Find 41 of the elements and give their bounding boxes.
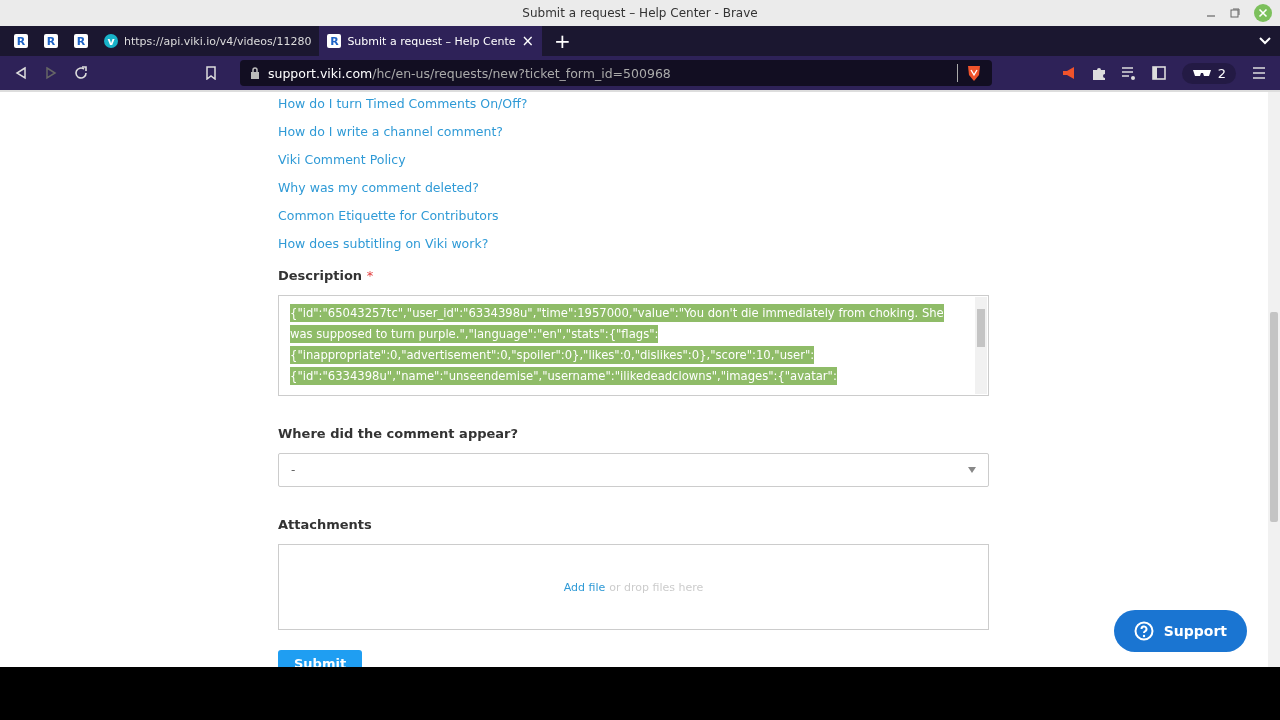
megaphone-icon[interactable] (1060, 65, 1077, 81)
browser-tab[interactable]: R Submit a request – Help Cente × (319, 26, 543, 56)
article-link[interactable]: Viki Comment Policy (278, 150, 989, 178)
add-file-link[interactable]: Add file (563, 580, 606, 594)
field-label: Description * (278, 268, 375, 283)
forward-icon[interactable] (44, 66, 58, 80)
reload-icon[interactable] (73, 65, 89, 81)
article-link[interactable]: Common Etiquette for Contributors (278, 206, 989, 234)
help-icon (1133, 621, 1154, 641)
scrollbar[interactable] (975, 297, 987, 394)
private-window-badge[interactable]: 2 (1181, 62, 1236, 84)
window-title: Submit a request – Help Center - Brave (522, 6, 758, 20)
pinned-tab[interactable]: R (6, 26, 36, 56)
playlist-icon[interactable] (1120, 65, 1137, 81)
favicon: R (327, 34, 342, 48)
puzzle-icon[interactable] (1090, 65, 1107, 81)
maximize-icon[interactable] (1230, 8, 1240, 18)
support-button[interactable]: Support (1113, 610, 1247, 652)
tab-close-icon[interactable]: × (521, 32, 535, 50)
lock-icon (250, 67, 260, 79)
article-link[interactable]: Why was my comment deleted? (278, 178, 989, 206)
article-link[interactable]: How does subtitling on Viki work? (278, 234, 989, 262)
lion-shield-icon[interactable] (966, 64, 982, 82)
bookmark-icon[interactable] (205, 66, 217, 80)
article-link[interactable]: How do I turn Timed Comments On/Off? (278, 94, 989, 122)
browser-tab[interactable]: v https://api.viki.io/v4/videos/11280 (96, 26, 320, 56)
field-label: Attachments (278, 517, 373, 532)
caret-icon (968, 467, 976, 473)
menu-icon[interactable] (1252, 67, 1266, 79)
pinned-tab[interactable]: R (36, 26, 66, 56)
address-bar[interactable]: support.viki.com/hc/en-us/requests/new?ticket_form_id=500968 (240, 60, 992, 86)
new-tab-button[interactable]: + (542, 26, 583, 56)
sidebar-icon[interactable] (1150, 65, 1167, 81)
field-label: Where did the comment appear? (278, 426, 520, 441)
favicon: v (104, 34, 118, 48)
glasses-icon (1191, 68, 1212, 78)
location-dropdown[interactable]: - (278, 453, 989, 487)
pinned-tab[interactable]: R (66, 26, 96, 56)
page-scrollbar[interactable] (1268, 92, 1280, 667)
back-icon[interactable] (14, 66, 28, 80)
article-link[interactable]: How do I write a channel comment? (278, 122, 989, 150)
